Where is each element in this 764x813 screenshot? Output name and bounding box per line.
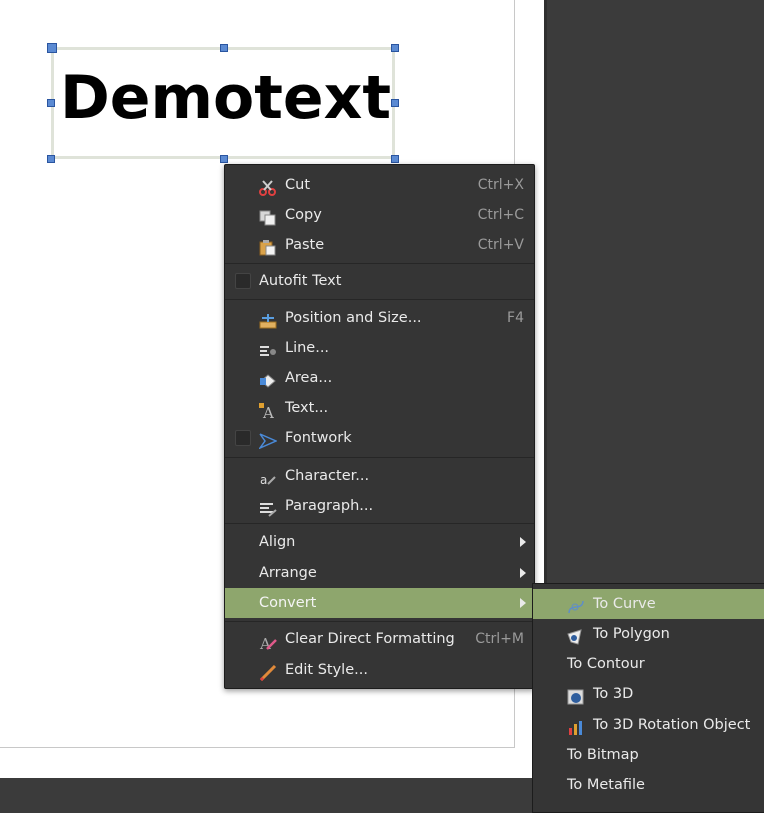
area-icon — [259, 370, 277, 388]
menu-item-fontwork[interactable]: Fontwork — [225, 423, 534, 453]
menu-item-label: Autofit Text — [259, 273, 342, 289]
menu-item-shortcut: Ctrl+V — [477, 237, 524, 253]
submenu-item-to-curve[interactable]: To Curve — [533, 589, 764, 619]
menu-item-character[interactable]: a Character... — [225, 461, 534, 491]
menu-item-label: Copy — [285, 207, 322, 223]
demo-text[interactable]: Demotext — [60, 60, 391, 136]
page-border-bottom — [0, 747, 515, 748]
submenu-arrow-icon — [520, 537, 526, 547]
menu-item-label: Convert — [259, 595, 317, 611]
submenu-item-to-3d[interactable]: To 3D — [533, 679, 764, 709]
submenu-item-label: To Polygon — [593, 626, 670, 642]
menu-item-label: Text... — [285, 400, 329, 416]
menu-separator — [225, 263, 534, 264]
menu-separator — [225, 621, 534, 622]
paragraph-icon — [259, 498, 277, 517]
resize-handle-top-right[interactable] — [391, 44, 399, 52]
submenu-item-to-polygon[interactable]: To Polygon — [533, 619, 764, 649]
clear-formatting-icon: A — [259, 631, 277, 653]
to-3d-icon — [567, 686, 585, 705]
copy-icon — [259, 207, 277, 226]
menu-item-label: Edit Style... — [285, 662, 368, 678]
character-icon: a — [259, 468, 277, 487]
menu-item-shortcut: Ctrl+M — [475, 631, 524, 647]
submenu-arrow-icon — [520, 598, 526, 608]
submenu-item-to-metafile[interactable]: To Metafile — [533, 770, 764, 800]
menu-item-align[interactable]: Align — [225, 527, 534, 557]
menu-item-label: Paragraph... — [285, 498, 374, 514]
submenu-item-label: To 3D Rotation Object — [593, 717, 751, 733]
scissors-icon — [259, 177, 277, 196]
submenu-item-to-bitmap[interactable]: To Bitmap — [533, 740, 764, 770]
canvas-bottom-strip — [0, 778, 544, 800]
menu-item-clear-direct-formatting[interactable]: A Clear Direct Formatting Ctrl+M — [225, 624, 534, 654]
menu-item-label: Align — [259, 534, 296, 550]
menu-item-cut[interactable]: Cut Ctrl+X — [225, 170, 534, 200]
submenu-item-label: To Bitmap — [567, 747, 639, 763]
menu-item-convert[interactable]: Convert — [225, 588, 534, 618]
menu-item-shortcut: Ctrl+C — [477, 207, 524, 223]
menu-separator — [225, 299, 534, 300]
resize-handle-bottom-left[interactable] — [47, 155, 55, 163]
position-size-icon — [259, 310, 277, 329]
menu-item-label: Paste — [285, 237, 325, 253]
resize-handle-left[interactable] — [47, 99, 55, 107]
menu-item-label: Fontwork — [285, 430, 352, 446]
menu-item-area[interactable]: Area... — [225, 363, 534, 393]
menu-item-label: Cut — [285, 177, 310, 193]
to-curve-icon — [567, 596, 585, 614]
submenu-item-label: To 3D — [593, 686, 634, 702]
resize-handle-top-left[interactable] — [47, 43, 57, 53]
submenu-item-to-3d-rotation[interactable]: To 3D Rotation Object — [533, 710, 764, 740]
menu-separator — [225, 457, 534, 458]
menu-item-label: Clear Direct Formatting — [285, 631, 455, 647]
menu-item-line[interactable]: Line... — [225, 333, 534, 363]
menu-item-label: Character... — [285, 468, 370, 484]
checkbox-icon[interactable] — [235, 430, 251, 446]
line-icon — [259, 340, 277, 356]
edit-style-icon — [259, 662, 277, 682]
menu-separator — [225, 523, 534, 524]
menu-item-position-size[interactable]: Position and Size... F4 — [225, 303, 534, 333]
svg-text:a: a — [260, 473, 267, 487]
to-3d-rotation-icon — [567, 717, 585, 735]
resize-handle-top[interactable] — [220, 44, 228, 52]
menu-item-shortcut: Ctrl+X — [477, 177, 524, 193]
menu-item-label: Arrange — [259, 565, 317, 581]
menu-item-label: Line... — [285, 340, 330, 356]
menu-item-paste[interactable]: Paste Ctrl+V — [225, 230, 534, 260]
resize-handle-bottom[interactable] — [220, 155, 228, 163]
convert-submenu: To Curve To Polygon To Contour To 3D To … — [532, 583, 764, 813]
submenu-item-label: To Metafile — [567, 777, 645, 793]
menu-item-label: Area... — [285, 370, 333, 386]
submenu-item-to-contour[interactable]: To Contour — [533, 649, 764, 679]
checkbox-icon[interactable] — [235, 273, 251, 289]
menu-item-label: Position and Size... — [285, 310, 422, 326]
text-attributes-icon: A — [259, 400, 277, 422]
menu-item-text[interactable]: A Text... — [225, 393, 534, 423]
resize-handle-right[interactable] — [391, 99, 399, 107]
menu-item-autofit-text[interactable]: Autofit Text — [225, 266, 534, 296]
fontwork-icon — [257, 430, 278, 450]
menu-item-arrange[interactable]: Arrange — [225, 558, 534, 588]
menu-item-edit-style[interactable]: Edit Style... — [225, 655, 534, 685]
submenu-arrow-icon — [520, 568, 526, 578]
submenu-item-label: To Contour — [567, 656, 645, 672]
paste-icon — [259, 237, 277, 256]
to-polygon-icon — [567, 626, 585, 645]
menu-item-paragraph[interactable]: Paragraph... — [225, 491, 534, 521]
menu-item-shortcut: F4 — [507, 310, 524, 326]
menu-item-copy[interactable]: Copy Ctrl+C — [225, 200, 534, 230]
resize-handle-bottom-right[interactable] — [391, 155, 399, 163]
submenu-item-label: To Curve — [593, 596, 656, 612]
context-menu: Cut Ctrl+X Copy Ctrl+C Paste Ctrl+V Auto… — [224, 164, 535, 689]
